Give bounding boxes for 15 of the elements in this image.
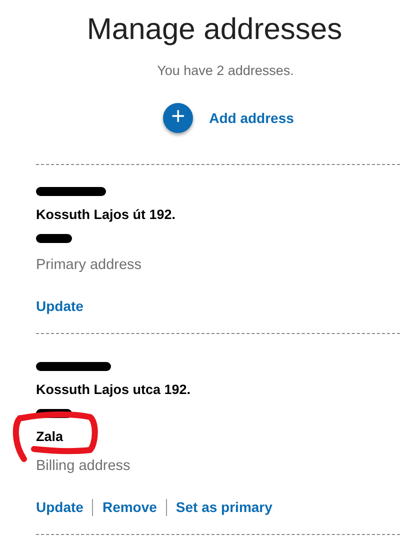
- page-title: Manage addresses: [86, 12, 344, 48]
- street-text: Kossuth Lajos út 192.: [36, 206, 177, 224]
- redaction-mark: [36, 187, 106, 196]
- redaction-mark: [36, 234, 72, 244]
- region-text: Zala: [36, 429, 64, 444]
- address-count: You have 2 addresses.: [156, 62, 295, 80]
- update-link[interactable]: Update: [36, 497, 84, 518]
- address-type-label: Primary address: [36, 256, 143, 274]
- address-type-label: Billing address: [36, 457, 132, 476]
- street-text: Kossuth Lajos utca 192.: [36, 381, 192, 400]
- update-link[interactable]: Update: [36, 296, 84, 318]
- remove-link[interactable]: Remove: [102, 497, 157, 518]
- add-icon[interactable]: +: [163, 103, 194, 134]
- set-primary-link[interactable]: Set as primary: [176, 497, 272, 518]
- add-address-link[interactable]: Add address: [209, 108, 294, 129]
